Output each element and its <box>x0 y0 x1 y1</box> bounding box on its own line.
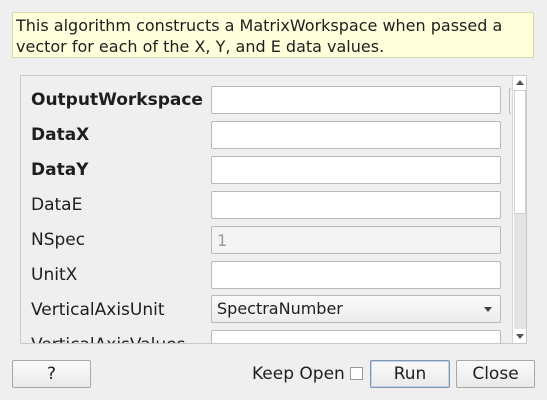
datay-label: DataY <box>31 160 89 180</box>
output-workspace-input[interactable] <box>211 86 501 114</box>
output-workspace-options-button[interactable] <box>509 88 511 114</box>
properties-panel: OutputWorkspace DataX DataY DataE NSpec … <box>20 75 527 344</box>
output-workspace-label: OutputWorkspace <box>31 90 203 110</box>
nspec-input[interactable] <box>211 226 501 254</box>
properties-list: OutputWorkspace DataX DataY DataE NSpec … <box>21 76 511 343</box>
scroll-down-arrow-icon[interactable] <box>516 334 524 339</box>
keep-open-checkbox[interactable] <box>350 367 363 380</box>
run-button[interactable]: Run <box>370 360 450 388</box>
scrollbar-thumb[interactable] <box>514 90 526 214</box>
chevron-down-icon <box>484 307 492 312</box>
unitx-input[interactable] <box>211 261 501 289</box>
algorithm-description: This algorithm constructs a MatrixWorksp… <box>12 12 534 58</box>
vertical-axis-unit-label: VerticalAxisUnit <box>31 300 165 320</box>
help-button[interactable]: ? <box>12 360 91 388</box>
properties-scrollbar[interactable] <box>512 76 526 343</box>
datae-input[interactable] <box>211 191 501 219</box>
datay-input[interactable] <box>211 156 501 184</box>
vertical-axis-unit-selected: SpectraNumber <box>217 299 343 318</box>
close-button[interactable]: Close <box>456 360 535 388</box>
datax-input[interactable] <box>211 121 501 149</box>
scroll-up-arrow-icon[interactable] <box>516 80 524 85</box>
datax-label: DataX <box>31 125 90 145</box>
vertical-axis-unit-select[interactable]: SpectraNumber <box>211 295 501 323</box>
datae-label: DataE <box>31 195 83 215</box>
vertical-axis-values-label: VerticalAxisValues <box>31 335 185 343</box>
keep-open-label: Keep Open <box>252 364 345 384</box>
unitx-label: UnitX <box>31 265 78 285</box>
nspec-label: NSpec <box>31 230 86 250</box>
vertical-axis-values-input[interactable] <box>211 330 501 343</box>
